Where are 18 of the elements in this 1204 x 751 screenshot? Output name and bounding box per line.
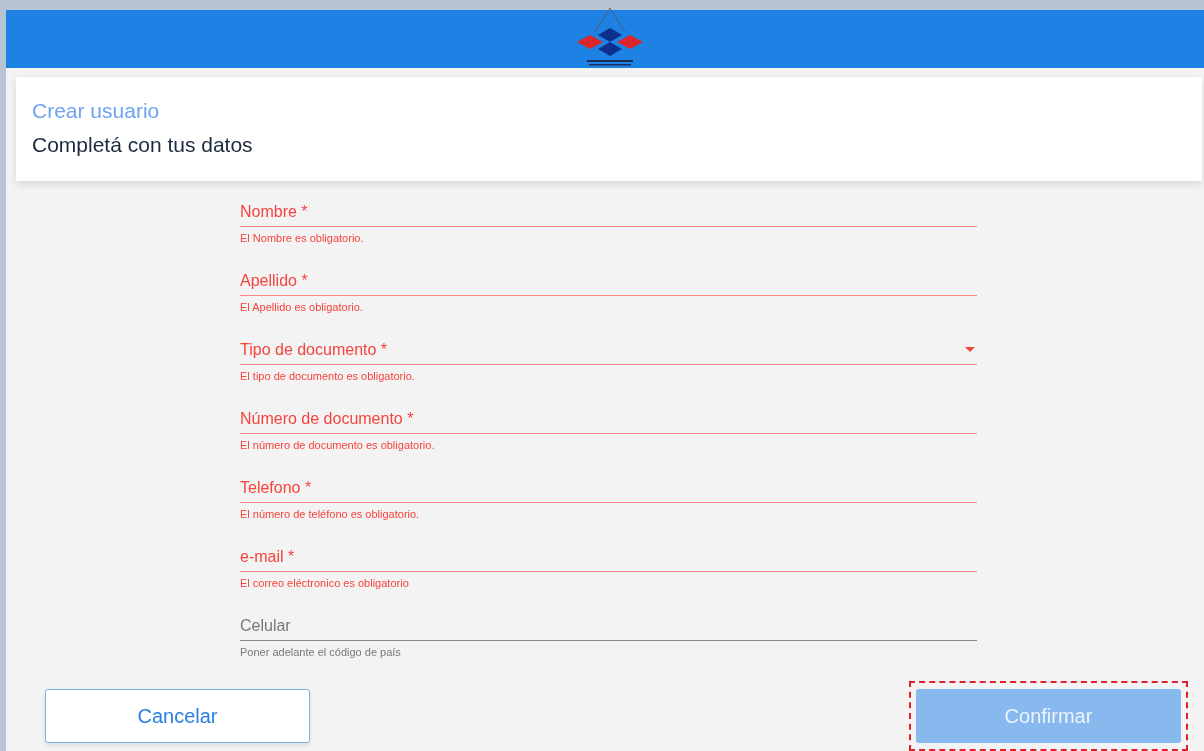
error-message: El Apellido es obligatorio. (240, 301, 364, 313)
input-field[interactable]: Número de documento * (240, 404, 977, 434)
error-message: El Nombre es obligatorio. (240, 232, 365, 244)
input-field[interactable]: Apellido * (240, 266, 977, 296)
error-message: El número de teléfono es obligatorio. (240, 508, 421, 520)
input-field[interactable]: Nombre * (240, 197, 977, 227)
input-field[interactable]: Celular (240, 611, 977, 641)
input-field[interactable]: Telefono * (240, 473, 977, 503)
page-title: Crear usuario (32, 99, 161, 123)
page-subtitle: Completá con tus datos (32, 133, 254, 157)
helper-text: Poner adelante el código de país (240, 646, 402, 658)
error-message: El correo eléctronico es obligatorio (240, 577, 410, 589)
caret-icon (965, 347, 975, 352)
cancel-button[interactable]: Cancelar (45, 689, 310, 743)
select-field[interactable]: Tipo de documento * (240, 335, 977, 365)
input-field[interactable]: e-mail * (240, 542, 977, 572)
error-message: El tipo de documento es obligatorio. (240, 370, 416, 382)
error-message: El número de documento es obligatorio. (240, 439, 436, 451)
